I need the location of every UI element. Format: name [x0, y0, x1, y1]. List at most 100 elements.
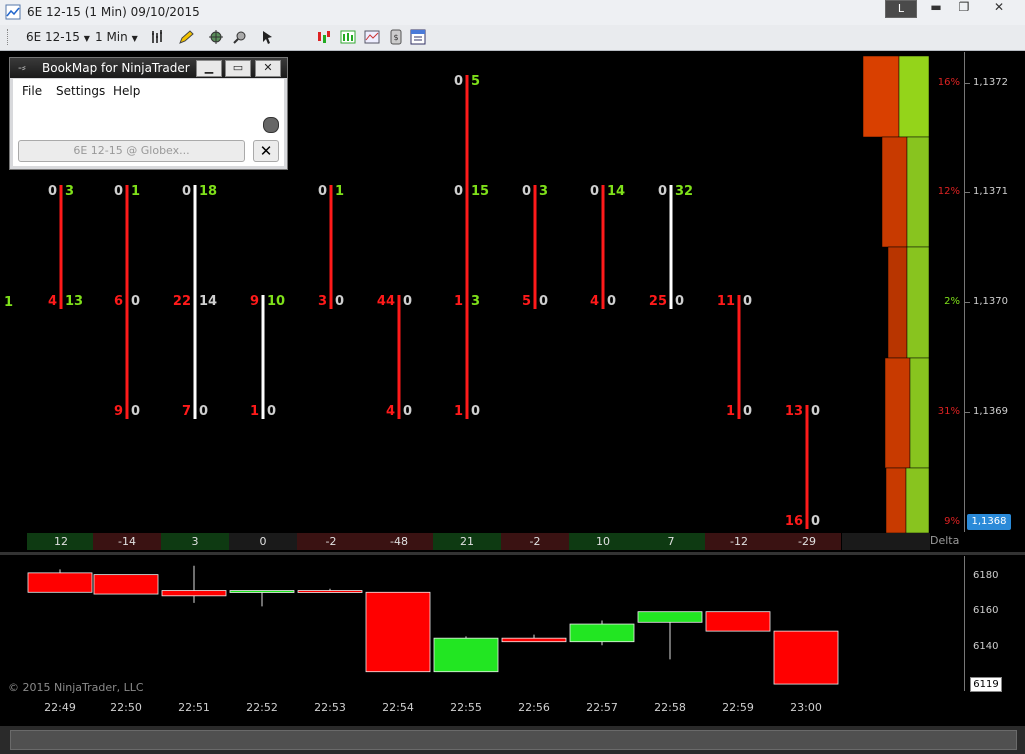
delta-cell: -12	[705, 533, 773, 550]
candle-down[interactable]	[365, 591, 431, 673]
chart-toolbar: 6E 12-15 ▼ 1 Min ▼ $	[0, 25, 1025, 51]
time-axis[interactable]: 22:49 22:50 22:51 22:52 22:53 22:54 22:55 22:56…	[0, 692, 1025, 726]
minimize-button[interactable]: ▬	[922, 0, 950, 16]
layout-button[interactable]: L	[885, 0, 917, 18]
price-level: 1,1369	[973, 406, 1008, 417]
lower-axis-level: 6180	[973, 570, 999, 581]
footprint-bar[interactable]	[193, 185, 197, 419]
time-label: 22:49	[44, 701, 76, 714]
strategies-icon[interactable]	[340, 29, 356, 45]
delta-cell: 12	[27, 533, 95, 550]
delta-cell: 0	[229, 533, 297, 550]
delta-cell: -14	[93, 533, 161, 550]
crosshair-icon[interactable]	[208, 29, 224, 45]
bar-style-icon[interactable]	[150, 29, 166, 45]
time-label: 22:58	[654, 701, 686, 714]
candle-up[interactable]	[569, 623, 635, 643]
delta-cell-empty	[842, 533, 930, 550]
price-tick	[964, 83, 970, 84]
lower-axis[interactable]	[964, 556, 965, 691]
candle-down[interactable]	[93, 574, 159, 595]
ladder-ask-block	[909, 357, 930, 469]
window-title: 6E 12-15 (1 Min) 09/10/2015	[27, 5, 200, 19]
footprint-bar[interactable]	[533, 185, 537, 309]
bookmap-ladder	[862, 55, 930, 534]
current-price-tag: 1,1368	[967, 514, 1011, 530]
footprint-bar[interactable]	[329, 185, 333, 309]
time-label: 22:57	[586, 701, 618, 714]
price-level: 1,1370	[973, 296, 1008, 307]
candle-down[interactable]	[501, 637, 567, 643]
scrollbar-thumb[interactable]	[10, 730, 1017, 750]
data-box-icon[interactable]: $	[388, 29, 404, 45]
connection-status-indicator	[263, 117, 279, 133]
candle-down[interactable]	[161, 590, 227, 597]
candle-series	[27, 565, 839, 685]
menu-file[interactable]: File	[22, 84, 42, 98]
candle-up[interactable]	[229, 590, 295, 593]
footprint-bar[interactable]	[805, 405, 809, 529]
footprint-bar[interactable]	[59, 185, 63, 309]
ladder-ask-block	[906, 136, 930, 248]
candle-up[interactable]	[433, 637, 499, 673]
dialog-app-icon: -⸗	[18, 61, 26, 74]
panel-separator[interactable]	[0, 552, 1025, 555]
footprint-bar[interactable]	[601, 185, 605, 309]
toolbar-grip[interactable]	[7, 29, 10, 45]
delta-cell: -29	[773, 533, 841, 550]
price-level: 1,1371	[973, 186, 1008, 197]
menu-settings[interactable]: Settings	[56, 84, 105, 98]
horizontal-scrollbar[interactable]	[0, 726, 1025, 754]
lower-axis-level: 6160	[973, 605, 999, 616]
menu-help[interactable]: Help	[113, 84, 140, 98]
price-axis[interactable]	[964, 52, 965, 532]
lower-axis-level: 6140	[973, 641, 999, 652]
disconnect-button[interactable]: ✕	[253, 140, 279, 162]
magnifier-icon[interactable]	[232, 29, 248, 45]
delta-cell: 3	[161, 533, 229, 550]
delta-cell: -2	[297, 533, 365, 550]
time-label: 22:59	[722, 701, 754, 714]
candle-down[interactable]	[705, 611, 771, 632]
footprint-bar[interactable]	[737, 295, 741, 419]
window-titlebar: 6E 12-15 (1 Min) 09/10/2015 L ▬ ❐ ✕	[0, 0, 1025, 26]
bookmap-dialog[interactable]: -⸗ BookMap for NinjaTrader ▁ ▭ ✕ File Se…	[9, 57, 288, 170]
dialog-maximize-button[interactable]: ▭	[225, 60, 251, 77]
indicators-icon[interactable]	[316, 29, 332, 45]
connection-field[interactable]: 6E 12-15 @ Globex...	[18, 140, 245, 162]
ladder-bid-block	[884, 357, 911, 469]
maximize-button[interactable]: ❐	[950, 0, 978, 16]
footprint-bar[interactable]	[397, 295, 401, 419]
footprint-bar[interactable]	[669, 185, 673, 309]
time-label: 22:52	[246, 701, 278, 714]
chart-properties-icon[interactable]	[364, 29, 380, 45]
candle-down[interactable]	[297, 590, 363, 593]
time-label: 22:56	[518, 701, 550, 714]
candle-down[interactable]	[773, 630, 839, 685]
footprint-bar[interactable]	[465, 75, 469, 419]
time-label: 22:51	[178, 701, 210, 714]
cursor-arrow-icon[interactable]	[260, 29, 276, 45]
dialog-minimize-button[interactable]: ▁	[196, 60, 222, 77]
ladder-percent: 12%	[937, 186, 960, 197]
pencil-icon[interactable]	[178, 29, 194, 45]
delta-cell: -48	[365, 533, 433, 550]
footprint-bar[interactable]	[261, 295, 265, 419]
svg-text:$: $	[393, 33, 398, 42]
price-tick	[964, 412, 970, 413]
dialog-close-button[interactable]: ✕	[255, 60, 281, 77]
interval-selector[interactable]: 1 Min ▼	[95, 30, 138, 44]
delta-row: 12 -14 3 0 -2 -48 21 -2 10 7 -12 -29	[6, 533, 964, 550]
candle-up[interactable]	[637, 611, 703, 623]
ladder-ask-block	[898, 55, 930, 138]
footprint-bar[interactable]	[125, 185, 129, 419]
close-button[interactable]: ✕	[985, 0, 1013, 16]
properties-window-icon[interactable]	[410, 29, 426, 45]
price-tick	[964, 192, 970, 193]
chevron-down-icon: ▼	[83, 34, 90, 43]
ladder-ask-block	[906, 246, 930, 359]
dialog-titlebar[interactable]: -⸗ BookMap for NinjaTrader ▁ ▭ ✕	[10, 58, 287, 78]
instrument-selector[interactable]: 6E 12-15 ▼	[26, 30, 90, 44]
time-label: 22:54	[382, 701, 414, 714]
candle-down[interactable]	[27, 572, 93, 593]
